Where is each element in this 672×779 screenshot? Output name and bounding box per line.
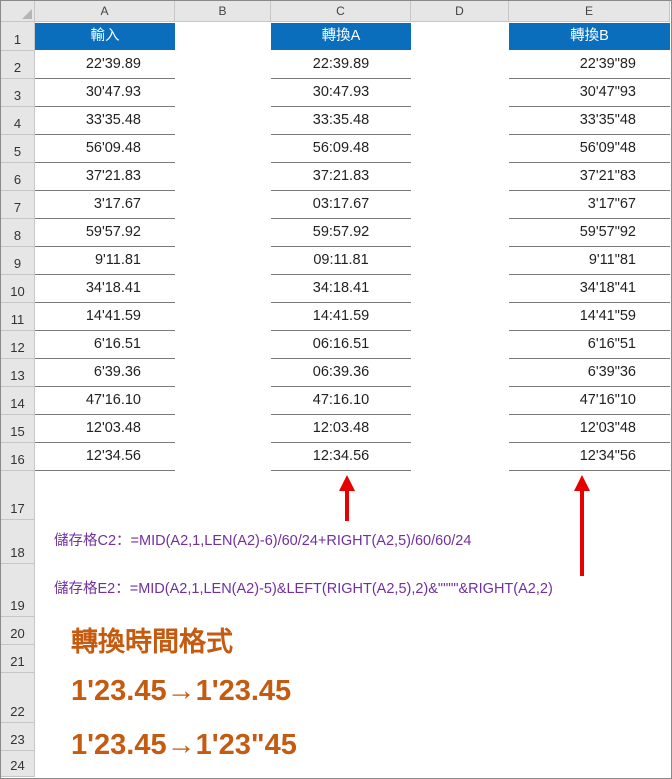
header-cell-a[interactable]: 輸入 [35,23,175,50]
row-header-11[interactable]: 11 [1,303,35,331]
row-header-13[interactable]: 13 [1,359,35,387]
data-cell-c9[interactable]: 09:11.81 [271,247,411,275]
data-cell-c13[interactable]: 06:39.36 [271,359,411,387]
data-cell-c10[interactable]: 34:18.41 [271,275,411,303]
data-cell-e7[interactable]: 3'17"67 [509,191,670,219]
arrow-up-icon-e [574,475,590,491]
row-header-14[interactable]: 14 [1,387,35,415]
data-cell-e5[interactable]: 56'09"48 [509,135,670,163]
data-cell-a8[interactable]: 59'57.92 [35,219,175,247]
data-cell-a5[interactable]: 56'09.48 [35,135,175,163]
data-cell-a6[interactable]: 37'21.83 [35,163,175,191]
data-cell-c5[interactable]: 56:09.48 [271,135,411,163]
data-cell-c4[interactable]: 33:35.48 [271,107,411,135]
row-header-19[interactable]: 19 [1,564,35,617]
row-header-24[interactable]: 24 [1,751,35,777]
row-header-23[interactable]: 23 [1,723,35,751]
formula-text-e2: 儲存格E2：=MID(A2,1,LEN(A2)-5)&LEFT(RIGHT(A2… [54,581,553,597]
data-cell-a7[interactable]: 3'17.67 [35,191,175,219]
data-cell-a14[interactable]: 47'16.10 [35,387,175,415]
column-header-d[interactable]: D [411,1,509,22]
data-cell-a10[interactable]: 34'18.41 [35,275,175,303]
row-header-5[interactable]: 5 [1,135,35,163]
data-cell-e11[interactable]: 14'41"59 [509,303,670,331]
data-cell-a13[interactable]: 6'39.36 [35,359,175,387]
spreadsheet: A B C D E 1 2 3 4 5 6 7 8 9 10 11 12 13 14 15 16 17 18 19 20 21 22… [1,1,670,777]
example-text-2: 1'23.45→1'23"45 [71,729,297,761]
data-cell-c16[interactable]: 12:34.56 [271,443,411,471]
row-header-1[interactable]: 1 [1,22,35,51]
data-cell-c2[interactable]: 22:39.89 [271,51,411,79]
example-text-1: 1'23.45→1'23.45 [71,675,292,707]
row-header-4[interactable]: 4 [1,107,35,135]
data-cell-e16[interactable]: 12'34"56 [509,443,670,471]
row-header-15[interactable]: 15 [1,415,35,443]
data-cell-a3[interactable]: 30'47.93 [35,79,175,107]
row-header-22[interactable]: 22 [1,673,35,723]
row-header-12[interactable]: 12 [1,331,35,359]
data-cell-c12[interactable]: 06:16.51 [271,331,411,359]
data-cell-e10[interactable]: 34'18"41 [509,275,670,303]
data-cell-e2[interactable]: 22'39"89 [509,51,670,79]
data-cell-c7[interactable]: 03:17.67 [271,191,411,219]
data-cell-c6[interactable]: 37:21.83 [271,163,411,191]
row-header-7[interactable]: 7 [1,191,35,219]
select-all-corner[interactable] [1,1,35,22]
data-cell-c8[interactable]: 59:57.92 [271,219,411,247]
formula-text-c2: 儲存格C2：=MID(A2,1,LEN(A2)-6)/60/24+RIGHT(A… [54,533,472,549]
row-header-2[interactable]: 2 [1,51,35,79]
arrow-up-icon-c [339,475,355,491]
data-cell-e3[interactable]: 30'47"93 [509,79,670,107]
row-header-18[interactable]: 18 [1,520,35,564]
row-header-16[interactable]: 16 [1,443,35,471]
column-header-e[interactable]: E [509,1,670,22]
data-cell-c15[interactable]: 12:03.48 [271,415,411,443]
row-header-21[interactable]: 21 [1,645,35,673]
column-header-c[interactable]: C [271,1,411,22]
header-cell-e[interactable]: 轉換B [509,23,670,50]
column-header-b[interactable]: B [175,1,271,22]
title-text: 轉換時間格式 [71,627,233,657]
data-cell-e9[interactable]: 9'11"81 [509,247,670,275]
data-cell-a15[interactable]: 12'03.48 [35,415,175,443]
data-cell-c3[interactable]: 30:47.93 [271,79,411,107]
data-cell-c11[interactable]: 14:41.59 [271,303,411,331]
data-cell-e14[interactable]: 47'16"10 [509,387,670,415]
data-cell-c14[interactable]: 47:16.10 [271,387,411,415]
data-cell-e12[interactable]: 6'16"51 [509,331,670,359]
data-cell-e8[interactable]: 59'57"92 [509,219,670,247]
header-cell-c[interactable]: 轉換A [271,23,411,50]
row-header-3[interactable]: 3 [1,79,35,107]
data-cell-a11[interactable]: 14'41.59 [35,303,175,331]
row-header-6[interactable]: 6 [1,163,35,191]
data-cell-e13[interactable]: 6'39"36 [509,359,670,387]
data-cell-a16[interactable]: 12'34.56 [35,443,175,471]
row-header-9[interactable]: 9 [1,247,35,275]
row-header-10[interactable]: 10 [1,275,35,303]
data-cell-a2[interactable]: 22'39.89 [35,51,175,79]
column-header-a[interactable]: A [35,1,175,22]
select-all-triangle-icon [22,9,32,19]
data-cell-a9[interactable]: 9'11.81 [35,247,175,275]
data-cell-e4[interactable]: 33'35"48 [509,107,670,135]
row-header-20[interactable]: 20 [1,617,35,645]
arrow-shaft-e [580,490,584,576]
data-cell-a12[interactable]: 6'16.51 [35,331,175,359]
data-cell-e6[interactable]: 37'21"83 [509,163,670,191]
data-cell-a4[interactable]: 33'35.48 [35,107,175,135]
arrow-shaft-c [345,490,349,521]
data-cell-e15[interactable]: 12'03"48 [509,415,670,443]
row-header-17[interactable]: 17 [1,471,35,520]
row-header-8[interactable]: 8 [1,219,35,247]
